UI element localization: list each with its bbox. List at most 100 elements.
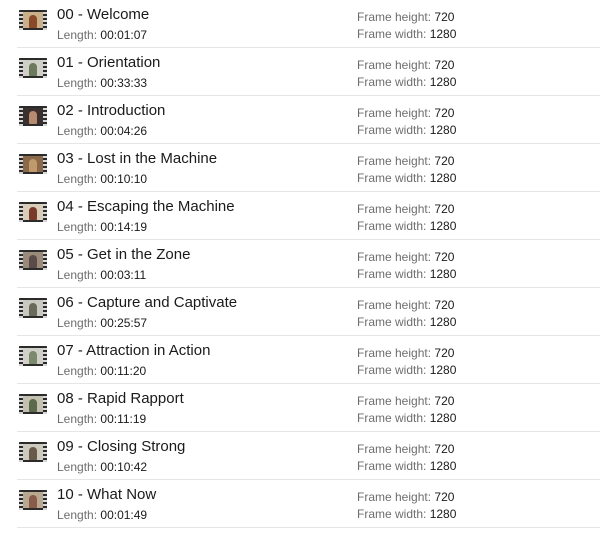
frame-width-value: 1280 — [429, 75, 457, 89]
frame-height-value: 720 — [434, 106, 455, 120]
film-perforation — [43, 346, 47, 366]
film-perforation — [43, 442, 47, 462]
frame-height-value: 720 — [434, 442, 455, 456]
length-label: Length: — [57, 508, 98, 522]
film-perforation — [43, 10, 47, 30]
file-row[interactable]: 01 - Orientation Length: 00:33:33 Frame he… — [0, 48, 600, 96]
frame-width-info: Frame width: 1280 — [357, 267, 456, 281]
video-thumbnail-icon — [19, 346, 47, 366]
thumbnail-frame — [23, 156, 43, 172]
length-info: Length: 00:01:49 — [57, 508, 147, 522]
length-value: 00:14:19 — [100, 220, 148, 234]
frame-width-label: Frame width: — [357, 315, 427, 329]
film-perforation — [43, 298, 47, 318]
length-value: 00:25:57 — [100, 316, 148, 330]
length-info: Length: 00:25:57 — [57, 316, 147, 330]
file-row[interactable]: 02 - Introduction Length: 00:04:26 Frame h… — [0, 96, 600, 144]
frame-height-label: Frame height: — [357, 10, 432, 24]
frame-height-value: 720 — [434, 346, 455, 360]
thumbnail-frame — [23, 108, 43, 124]
frame-height-info: Frame height: 720 — [357, 394, 454, 408]
frame-width-label: Frame width: — [357, 363, 427, 377]
film-perforation — [43, 490, 47, 510]
length-label: Length: — [57, 316, 98, 330]
file-row[interactable]: 08 - Rapid Rapport Length: 00:11:19 Frame … — [0, 384, 600, 432]
frame-height-label: Frame height: — [357, 394, 432, 408]
frame-height-value: 720 — [434, 490, 455, 504]
frame-height-label: Frame height: — [357, 106, 432, 120]
film-perforation — [43, 58, 47, 78]
length-label: Length: — [57, 460, 98, 474]
frame-width-info: Frame width: 1280 — [357, 171, 456, 185]
file-name: 03 - Lost in the Machine — [57, 150, 218, 167]
video-thumbnail-icon — [19, 490, 47, 510]
film-perforation — [43, 202, 47, 222]
file-row[interactable]: 00 - Welcome Length: 00:01:07 Frame height… — [0, 0, 600, 48]
file-row[interactable]: 05 - Get in the Zone Length: 00:03:11 Fram… — [0, 240, 600, 288]
frame-width-info: Frame width: 1280 — [357, 363, 456, 377]
video-thumbnail-icon — [19, 442, 47, 462]
file-name: 00 - Welcome — [57, 6, 150, 23]
frame-width-info: Frame width: 1280 — [357, 411, 456, 425]
thumbnail-frame — [23, 396, 43, 412]
length-info: Length: 00:14:19 — [57, 220, 147, 234]
file-row[interactable]: 07 - Attraction in Action Length: 00:11:2… — [0, 336, 600, 384]
thumbnail-figure — [29, 207, 37, 220]
thumbnail-figure — [29, 63, 37, 76]
frame-height-label: Frame height: — [357, 202, 432, 216]
frame-width-value: 1280 — [429, 315, 457, 329]
thumbnail-frame — [23, 204, 43, 220]
frame-width-value: 1280 — [429, 459, 457, 473]
thumbnail-frame — [23, 60, 43, 76]
frame-height-value: 720 — [434, 58, 455, 72]
file-name: 02 - Introduction — [57, 102, 166, 119]
length-value: 00:01:49 — [100, 508, 148, 522]
file-row[interactable]: 04 - Escaping the Machine Length: 00:14:1… — [0, 192, 600, 240]
frame-width-info: Frame width: 1280 — [357, 459, 456, 473]
video-thumbnail-icon — [19, 10, 47, 30]
length-value: 00:03:11 — [100, 268, 147, 282]
thumbnail-frame — [23, 492, 43, 508]
file-name: 10 - What Now — [57, 486, 157, 503]
frame-height-info: Frame height: 720 — [357, 490, 454, 504]
file-row[interactable]: 10 - What Now Length: 00:01:49 Frame heigh… — [0, 480, 600, 528]
length-value: 00:10:10 — [100, 172, 148, 186]
frame-height-info: Frame height: 720 — [357, 298, 454, 312]
frame-height-info: Frame height: 720 — [357, 58, 454, 72]
length-label: Length: — [57, 220, 98, 234]
length-label: Length: — [57, 76, 98, 90]
length-label: Length: — [57, 172, 98, 186]
length-info: Length: 00:03:11 — [57, 268, 146, 282]
file-name: 09 - Closing Strong — [57, 438, 186, 455]
length-info: Length: 00:11:20 — [57, 364, 146, 378]
video-thumbnail-icon — [19, 202, 47, 222]
frame-width-label: Frame width: — [357, 219, 427, 233]
thumbnail-frame — [23, 300, 43, 316]
file-name: 04 - Escaping the Machine — [57, 198, 235, 215]
length-info: Length: 00:10:42 — [57, 460, 147, 474]
frame-width-value: 1280 — [429, 171, 457, 185]
frame-height-label: Frame height: — [357, 442, 432, 456]
file-row[interactable]: 06 - Capture and Captivate Length: 00:25:… — [0, 288, 600, 336]
length-label: Length: — [57, 124, 98, 138]
frame-height-value: 720 — [434, 10, 455, 24]
file-row[interactable]: 03 - Lost in the Machine Length: 00:10:10… — [0, 144, 600, 192]
frame-width-label: Frame width: — [357, 459, 427, 473]
frame-height-label: Frame height: — [357, 154, 432, 168]
frame-width-value: 1280 — [429, 507, 457, 521]
file-row[interactable]: 09 - Closing Strong Length: 00:10:42 Frame… — [0, 432, 600, 480]
frame-height-value: 720 — [434, 154, 455, 168]
frame-height-info: Frame height: 720 — [357, 106, 454, 120]
frame-width-label: Frame width: — [357, 171, 427, 185]
film-perforation — [43, 394, 47, 414]
thumbnail-frame — [23, 12, 43, 28]
frame-width-value: 1280 — [429, 363, 457, 377]
thumbnail-figure — [29, 303, 37, 316]
frame-width-label: Frame width: — [357, 507, 427, 521]
length-value: 00:04:26 — [100, 124, 148, 138]
frame-height-info: Frame height: 720 — [357, 202, 454, 216]
frame-height-value: 720 — [434, 298, 455, 312]
frame-height-info: Frame height: 720 — [357, 346, 454, 360]
frame-width-value: 1280 — [429, 411, 457, 425]
thumbnail-figure — [29, 159, 37, 172]
